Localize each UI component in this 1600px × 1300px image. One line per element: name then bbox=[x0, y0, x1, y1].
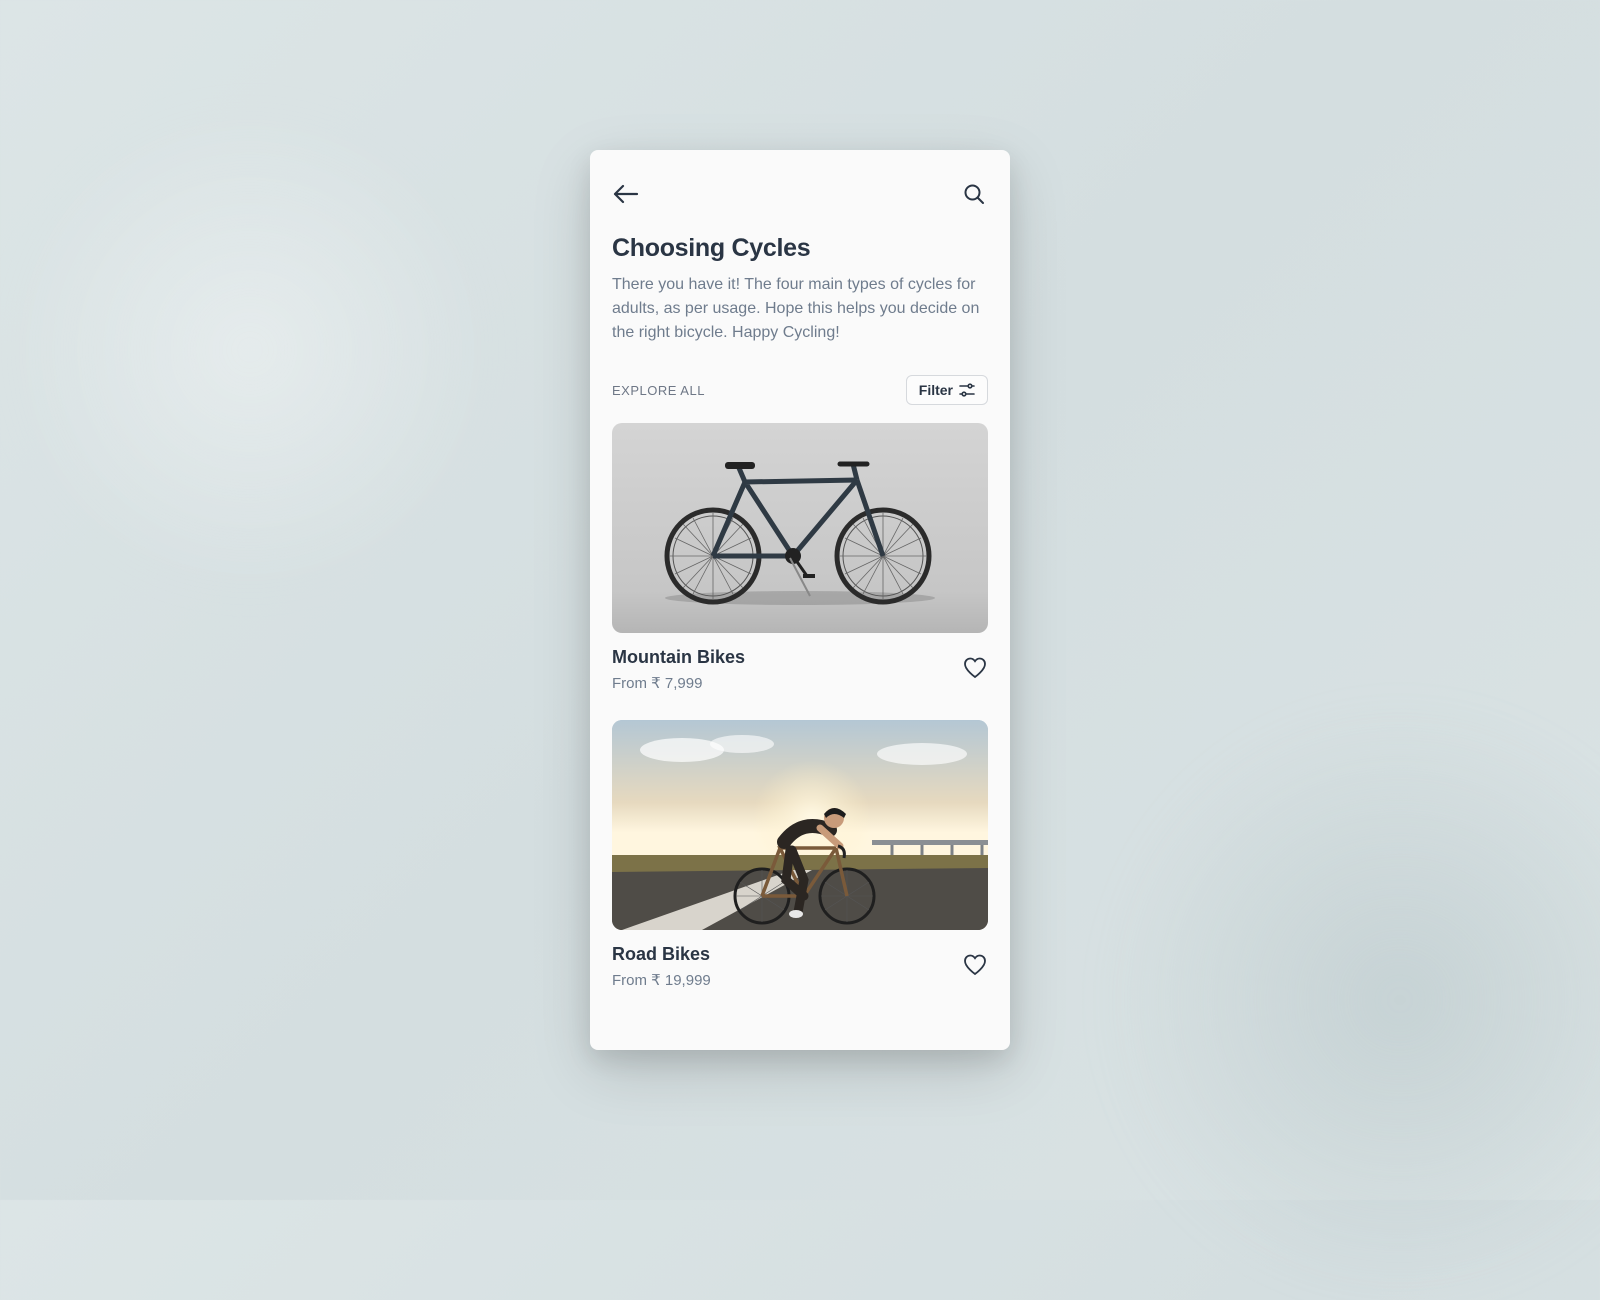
card-meta: Road Bikes From ₹ 19,999 bbox=[612, 930, 988, 989]
arrow-left-icon bbox=[613, 184, 639, 204]
favorite-button[interactable] bbox=[962, 954, 988, 980]
product-price: From ₹ 19,999 bbox=[612, 971, 711, 989]
product-card[interactable]: Mountain Bikes From ₹ 7,999 bbox=[612, 423, 988, 692]
section-header: EXPLORE ALL Filter bbox=[612, 375, 988, 405]
product-price: From ₹ 7,999 bbox=[612, 674, 745, 692]
product-card[interactable]: Road Bikes From ₹ 19,999 bbox=[612, 720, 988, 989]
back-button[interactable] bbox=[612, 180, 640, 208]
search-icon bbox=[963, 183, 985, 205]
filter-label: Filter bbox=[919, 382, 953, 398]
page-subtitle: There you have it! The four main types o… bbox=[612, 273, 988, 345]
filter-button[interactable]: Filter bbox=[906, 375, 988, 405]
page-title: Choosing Cycles bbox=[612, 234, 988, 263]
filter-icon bbox=[959, 383, 975, 397]
card-meta: Mountain Bikes From ₹ 7,999 bbox=[612, 633, 988, 692]
bicycle-illustration bbox=[645, 438, 955, 618]
product-title: Mountain Bikes bbox=[612, 647, 745, 668]
road-cyclist-illustration bbox=[612, 720, 988, 930]
heart-icon bbox=[963, 657, 987, 679]
search-button[interactable] bbox=[960, 180, 988, 208]
product-image bbox=[612, 720, 988, 930]
section-label: EXPLORE ALL bbox=[612, 383, 705, 398]
heart-icon bbox=[963, 954, 987, 976]
favorite-button[interactable] bbox=[962, 657, 988, 683]
top-bar bbox=[612, 176, 988, 226]
product-image bbox=[612, 423, 988, 633]
app-screen: Choosing Cycles There you have it! The f… bbox=[590, 150, 1010, 1050]
product-title: Road Bikes bbox=[612, 944, 711, 965]
